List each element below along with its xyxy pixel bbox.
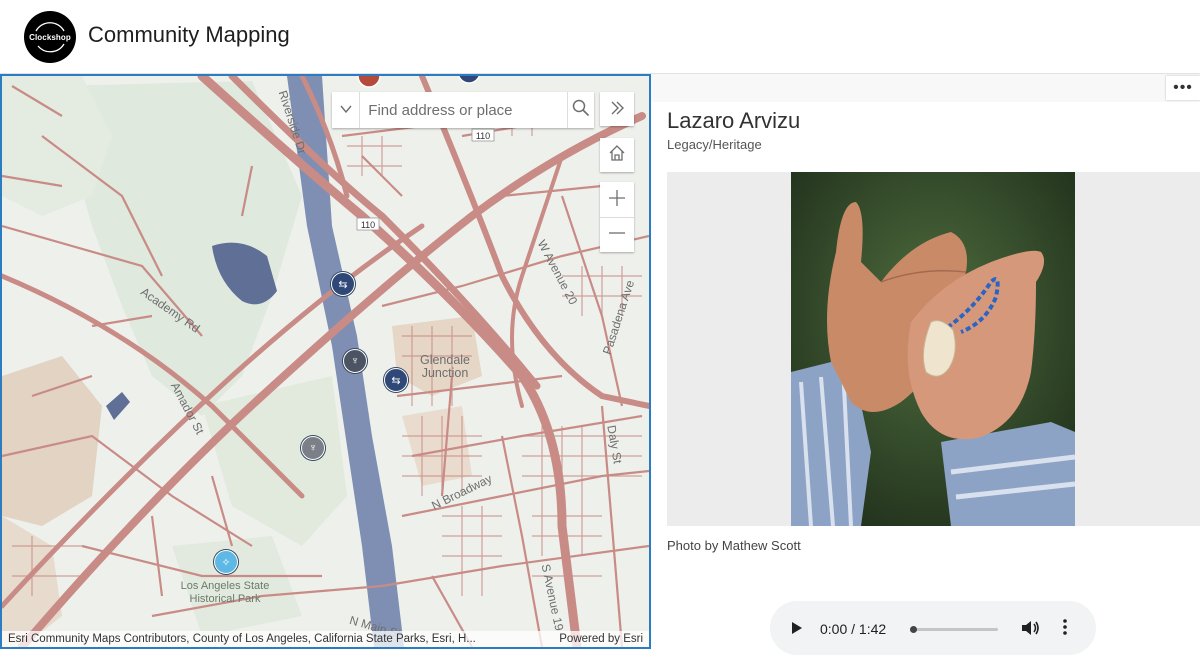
highway-shield-110: 110 [475, 131, 491, 141]
highway-shield-110: 110 [360, 220, 376, 230]
zoom-controls [600, 182, 634, 252]
caret-down-icon [340, 104, 352, 116]
volume-button[interactable] [1021, 619, 1041, 642]
volume-icon [1021, 621, 1041, 641]
clockshop-logo[interactable]: Clockshop [24, 11, 76, 63]
story-panel: ••• Lazaro Arvizu Legacy/Heritage Photo … [651, 74, 1200, 655]
search-button[interactable] [567, 92, 594, 128]
audio-more-button[interactable] [1060, 618, 1070, 636]
story-pin[interactable]: ⇆ [384, 368, 408, 392]
feature-photo [791, 172, 1075, 526]
zoom-out-button[interactable] [600, 217, 634, 252]
photo-frame [667, 172, 1200, 526]
expand-panel-button[interactable] [600, 92, 634, 126]
home-button[interactable] [600, 138, 634, 172]
story-pin[interactable]: ♆ [343, 349, 367, 373]
plus-icon [608, 186, 626, 214]
park-label: Los Angeles State Historical Park [180, 580, 270, 605]
photo-caption: Photo by Mathew Scott [667, 538, 801, 553]
audio-player: 0:00 / 1:42 [770, 601, 1096, 655]
powered-by-esri[interactable]: Powered by Esri [559, 633, 643, 645]
home-icon [608, 142, 626, 168]
minus-icon [608, 221, 626, 249]
more-icon: ••• [1173, 79, 1193, 96]
search-source-dropdown[interactable] [332, 92, 361, 128]
story-pin[interactable]: ⇆ [331, 272, 355, 296]
audio-progress-bar[interactable] [910, 628, 998, 631]
search-input[interactable] [360, 92, 568, 128]
map-view[interactable]: 110 110 Riverside Dr Academy Rd Amador S… [0, 74, 651, 649]
feature-category: Legacy/Heritage [667, 137, 762, 152]
logo-text: Clockshop [29, 32, 71, 42]
basemap [2, 76, 649, 647]
audio-progress-knob[interactable] [910, 626, 917, 633]
play-button[interactable] [790, 620, 804, 641]
audio-time: 0:00 / 1:42 [820, 621, 887, 637]
double-chevron-right-icon [609, 96, 625, 122]
panel-toolbar [651, 74, 1200, 102]
more-vertical-icon [1063, 619, 1067, 640]
app-title: Community Mapping [88, 22, 290, 47]
more-options-button[interactable]: ••• [1166, 76, 1200, 100]
search-icon [572, 99, 590, 122]
app-header: Clockshop Community Mapping [0, 0, 1200, 74]
place-label-glendale-junction: Glendale Junction [419, 353, 471, 380]
search-widget [332, 92, 594, 128]
attribution-text[interactable]: Esri Community Maps Contributors, County… [8, 633, 476, 645]
feature-title: Lazaro Arvizu [667, 108, 801, 133]
story-pin[interactable]: ♆ [301, 436, 325, 460]
play-icon [790, 622, 804, 640]
map-attribution: Esri Community Maps Contributors, County… [2, 631, 649, 647]
story-pin[interactable]: ✧ [214, 550, 238, 574]
zoom-in-button[interactable] [600, 182, 634, 217]
